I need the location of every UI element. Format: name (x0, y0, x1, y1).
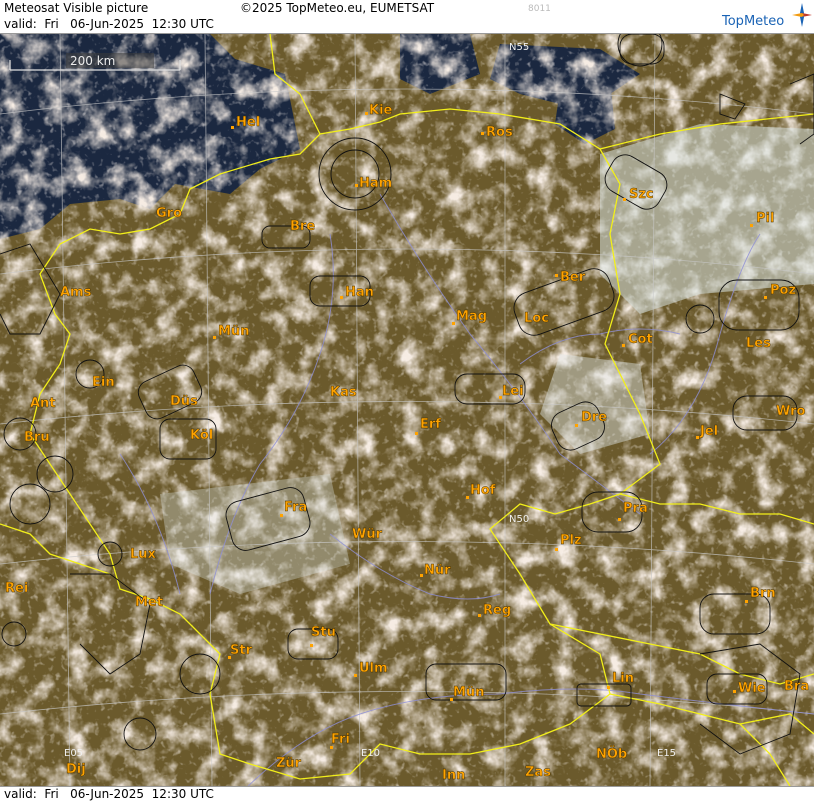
city-label-han: Han (345, 285, 374, 300)
city-label-erf: Erf (420, 417, 441, 432)
city-label-nur: Nür (424, 563, 451, 578)
city-label-fri: Fri (331, 732, 350, 747)
city-label-inn: Inn (442, 768, 465, 783)
city-label-ber: Ber (560, 270, 586, 285)
footer-bar: valid: Fri 06-Jun-2025 12:30 UTC (0, 786, 814, 801)
satellite-map[interactable]: Hel Kie Ros Ham Szc Gro Bre Pil Ber Ams … (0, 34, 814, 786)
city-label-str: Str (230, 643, 253, 658)
cloud-layer (0, 34, 814, 786)
city-label-lux: Lux (130, 547, 157, 562)
city-label-met: Met (135, 595, 163, 610)
city-label-pra: Pra (623, 501, 648, 516)
city-label-loc: Loc (524, 311, 549, 326)
copyright-text: ©2025 TopMeteo.eu, EUMETSAT (240, 1, 435, 15)
city-label-hof: Hof (470, 483, 496, 498)
city-label-lin: Lin (612, 671, 634, 686)
city-label-mun: Mün (218, 324, 249, 339)
city-label-wie: Wie (738, 681, 766, 696)
city-label-wro: Wro (776, 404, 806, 419)
city-label-dre: Dre (581, 410, 607, 425)
grid-label-n55: N55 (509, 42, 529, 53)
city-label-kas: Kas (330, 385, 357, 400)
city-label-reg: Reg (483, 603, 511, 618)
city-label-bre: Bre (290, 219, 315, 234)
city-label-stu: Stu (311, 625, 336, 640)
city-label-les: Les (746, 336, 771, 351)
footer-valid-time: valid: Fri 06-Jun-2025 12:30 UTC (4, 787, 214, 801)
city-label-nob: NÖb (596, 746, 627, 762)
city-label-mag: Mag (456, 309, 487, 324)
city-label-fra: Fra (284, 500, 307, 515)
city-label-kie: Kie (369, 103, 393, 118)
city-label-bru: Bru (24, 430, 50, 445)
city-label-zur: Zür (276, 756, 302, 771)
city-label-ulm: Ulm (359, 661, 388, 676)
city-label-hel: Hel (236, 115, 260, 130)
city-label-dus: Düs (170, 394, 198, 409)
city-label-szc: Szc (629, 187, 654, 202)
satellite-map-window: { "header": { "title": "Meteosat Visible… (0, 0, 814, 801)
city-label-ein: Ein (92, 375, 115, 390)
city-label-zas: Zas (525, 765, 551, 780)
city-label-plz: Plz (560, 533, 582, 548)
city-label-ant: Ant (30, 396, 56, 411)
scale-bar-label: 200 km (70, 54, 115, 68)
grid-label-e10: E10 (361, 748, 380, 759)
city-label-kol: Köl (190, 428, 213, 443)
city-label-cot: Cot (628, 332, 653, 347)
city-label-munich: Mün (453, 685, 484, 700)
grid-label-e05: E05 (64, 748, 83, 759)
valid-time: valid: Fri 06-Jun-2025 12:30 UTC (4, 17, 214, 31)
city-label-lei: Lei (502, 384, 524, 399)
city-label-ham: Ham (359, 176, 392, 191)
brand-logo: TopMeteo (722, 14, 785, 29)
city-label-ams: Ams (60, 285, 92, 300)
city-label-pil: Pil (756, 211, 774, 226)
city-label-poz: Poz (770, 283, 796, 298)
city-label-bra: Bra (784, 679, 809, 694)
city-label-brn: Brn (750, 586, 776, 601)
city-label-dij: Dij (66, 762, 86, 777)
grid-label-e15: E15 (657, 748, 676, 759)
city-label-rei: Rei (5, 581, 28, 596)
city-label-jel: Jel (699, 424, 718, 439)
city-label-wur: Wür (352, 527, 383, 542)
city-label-ros: Ros (486, 125, 513, 140)
product-code: 8011 (528, 4, 551, 14)
header-bar: Meteosat Visible picture ©2025 TopMeteo.… (0, 0, 814, 34)
product-title: Meteosat Visible picture (4, 1, 149, 15)
grid-label-n50: N50 (509, 514, 529, 525)
city-label-gro: Gro (156, 206, 182, 221)
compass-rose-icon (792, 3, 812, 27)
